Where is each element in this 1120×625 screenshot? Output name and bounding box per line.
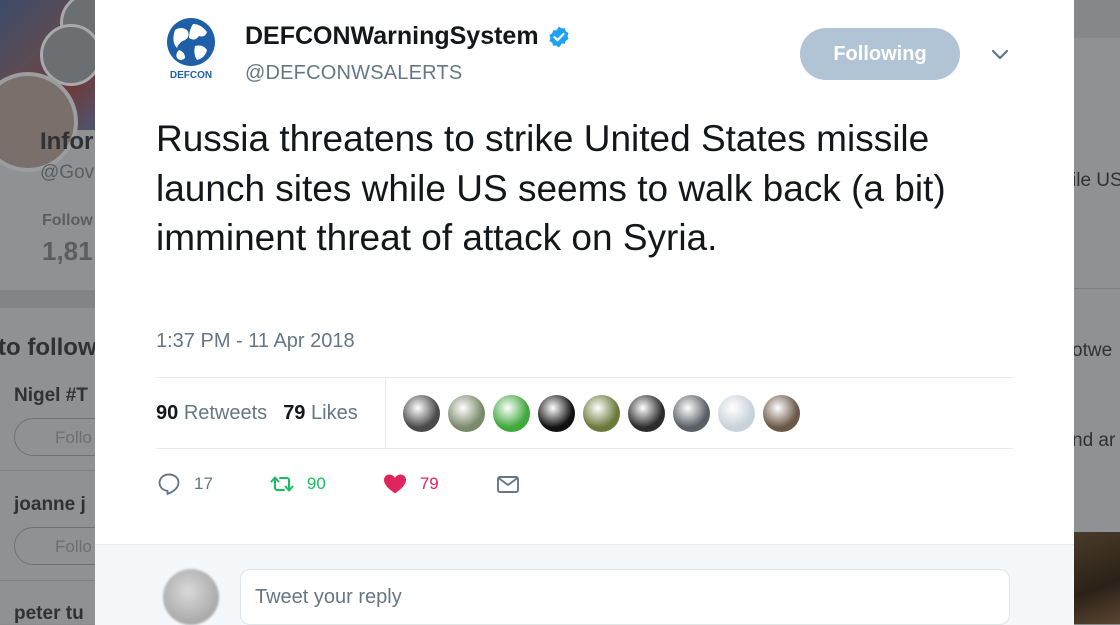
like-action[interactable]: 79 bbox=[382, 471, 439, 497]
row-divider bbox=[0, 580, 95, 581]
likes-count: 79 bbox=[283, 401, 306, 424]
current-user-avatar bbox=[163, 569, 219, 625]
background-photo bbox=[1074, 532, 1120, 624]
likes-label: Likes bbox=[311, 401, 358, 424]
author-name-text[interactable]: DEFCONWarningSystem bbox=[245, 22, 539, 51]
tweet-actions: 17 90 79 bbox=[156, 466, 577, 502]
tweet-text: Russia threatens to strike United States… bbox=[156, 118, 946, 258]
stats-divider bbox=[385, 378, 386, 448]
suggestion-name[interactable]: peter tu bbox=[14, 603, 84, 624]
following-label: Follow bbox=[42, 212, 93, 229]
section-divider bbox=[0, 290, 95, 308]
suggestion-follow-button[interactable]: Follo bbox=[14, 527, 95, 565]
liker-avatar[interactable] bbox=[538, 395, 575, 432]
reply-icon[interactable] bbox=[156, 471, 182, 497]
tweet-modal: DEFCON DEFCONWarningSystem @DEFCONWSALER… bbox=[95, 0, 1074, 625]
retweets-label: Retweets bbox=[183, 401, 268, 424]
tweet-timestamp[interactable]: 1:37 PM - 11 Apr 2018 bbox=[156, 330, 355, 353]
likes-stat[interactable]: 79 Likes bbox=[283, 402, 358, 425]
liker-avatar[interactable] bbox=[493, 395, 530, 432]
row-divider bbox=[0, 470, 95, 471]
suggestion-name[interactable]: joanne j bbox=[14, 494, 86, 516]
background-left-column: Infor @Gov Follow 1,81 to follow Nigel #… bbox=[0, 0, 95, 624]
defcon-globe-icon: DEFCON bbox=[167, 18, 215, 81]
liker-avatar[interactable] bbox=[628, 395, 665, 432]
liker-avatars bbox=[403, 395, 800, 432]
retweet-count: 90 bbox=[306, 474, 326, 493]
direct-message-action[interactable] bbox=[495, 471, 521, 497]
following-count[interactable]: 1,81 bbox=[42, 236, 93, 267]
background-text-snippet: nd ar bbox=[1074, 430, 1116, 451]
liker-avatar[interactable] bbox=[673, 395, 710, 432]
who-to-follow-heading: to follow bbox=[0, 334, 95, 361]
header-strip bbox=[1074, 0, 1120, 38]
author-display-name[interactable]: DEFCONWarningSystem bbox=[245, 22, 571, 51]
background-right-column: ile US otwe nd ar bbox=[1074, 0, 1120, 624]
divider bbox=[156, 448, 1013, 449]
like-count: 79 bbox=[419, 474, 439, 493]
profile-handle[interactable]: @Gov bbox=[40, 162, 94, 184]
liker-avatar[interactable] bbox=[403, 395, 440, 432]
reply-composer bbox=[95, 544, 1074, 625]
retweets-count: 90 bbox=[156, 401, 179, 424]
verified-badge-icon bbox=[549, 26, 569, 47]
author-avatar[interactable]: DEFCON bbox=[161, 16, 221, 82]
chevron-down-icon[interactable] bbox=[985, 40, 1015, 70]
suggestion-follow-button[interactable]: Follo bbox=[14, 418, 95, 456]
liker-avatar[interactable] bbox=[448, 395, 485, 432]
background-text-snippet: ile US bbox=[1074, 170, 1120, 191]
retweet-icon[interactable] bbox=[269, 471, 295, 497]
avatar-label: DEFCON bbox=[170, 70, 212, 81]
liker-avatar[interactable] bbox=[718, 395, 755, 432]
author-handle[interactable]: @DEFCONWSALERTS bbox=[245, 62, 462, 85]
heart-icon[interactable] bbox=[382, 471, 408, 497]
retweet-action[interactable]: 90 bbox=[269, 471, 326, 497]
liker-avatar[interactable] bbox=[763, 395, 800, 432]
envelope-icon[interactable] bbox=[495, 471, 521, 497]
row-divider bbox=[1074, 288, 1120, 289]
reply-action[interactable]: 17 bbox=[156, 471, 213, 497]
background-text-snippet: otwe bbox=[1074, 340, 1113, 361]
following-button[interactable]: Following bbox=[800, 28, 960, 80]
retweets-stat[interactable]: 90 Retweets bbox=[156, 402, 267, 425]
profile-name[interactable]: Infor bbox=[40, 128, 93, 156]
reply-count: 17 bbox=[194, 474, 213, 493]
tweet-stats: 90 Retweets 79 Likes bbox=[156, 378, 374, 448]
suggestion-name[interactable]: Nigel #T bbox=[14, 385, 88, 407]
reply-input[interactable] bbox=[240, 569, 1010, 625]
liker-avatar[interactable] bbox=[583, 395, 620, 432]
